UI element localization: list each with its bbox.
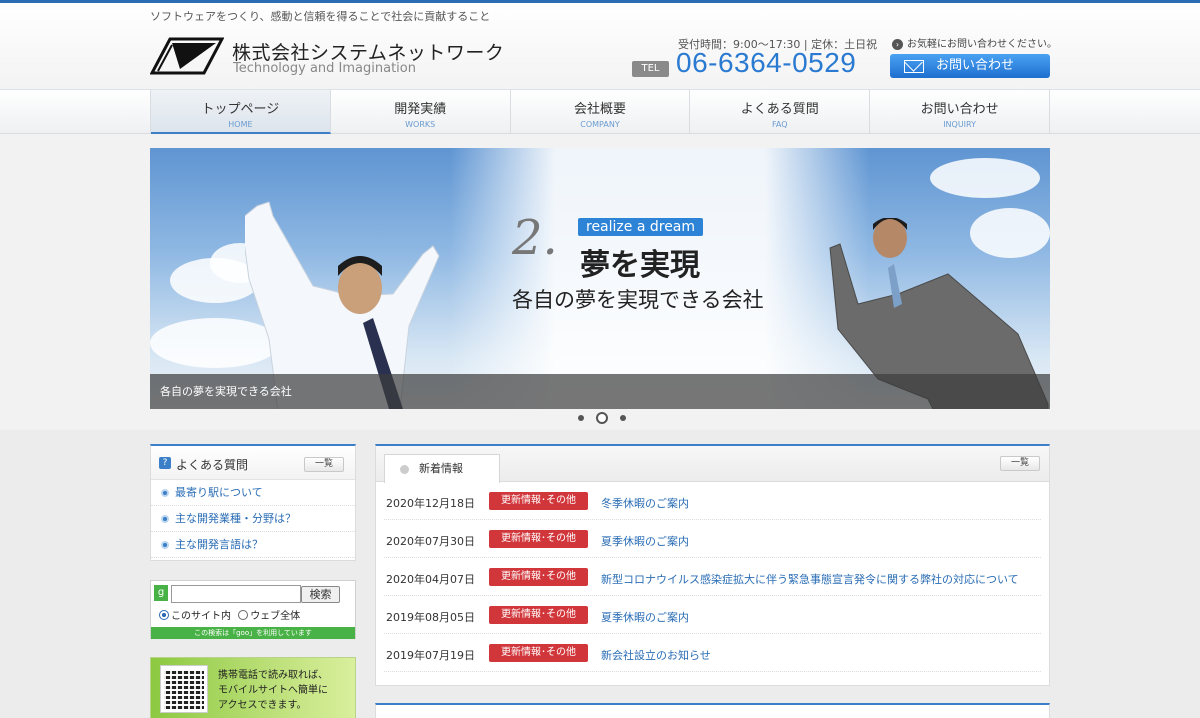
phone-number[interactable]: 06-6364-0529 (676, 47, 856, 79)
faq-header: ? よくある質問 一覧 (151, 446, 355, 480)
nav-item-company[interactable]: 会社概要 COMPANY (511, 90, 691, 134)
mobile-site-banner[interactable]: 携帯電話で読み取れば、 モバイルサイトへ簡単に アクセスできます。 (150, 657, 356, 718)
nav-sublabel: COMPANY (580, 120, 620, 129)
news-date: 2020年12月18日 (386, 497, 475, 510)
news-row: 2020年07月30日 更新情報･その他 夏季休暇のご案内 (384, 520, 1041, 558)
slide-title: 夢を実現 (580, 248, 700, 283)
news-widget: 新着情報 一覧 2020年12月18日 更新情報･その他 冬季休暇のご案内 2020… (375, 444, 1050, 686)
cloud-shape (930, 158, 1040, 198)
mobile-text-line: モバイルサイトへ簡単に (218, 685, 328, 696)
news-title-link[interactable]: 新型コロナウイルス感染症拡大に伴う緊急事態宣言発令に関する弊社の対応について (601, 571, 1019, 587)
mail-icon (904, 60, 924, 73)
nav-item-faq[interactable]: よくある質問 FAQ (690, 90, 871, 134)
slide-number: 2. (512, 210, 558, 266)
slide-badge: realize a dream (578, 218, 704, 236)
nav-sublabel: INQUIRY (943, 120, 976, 129)
contact-button-label: お問い合わせ (936, 58, 1015, 73)
tab-news-label: 新着情報 (419, 462, 463, 475)
news-row: 2019年07月19日 更新情報･その他 新会社設立のお知らせ (384, 634, 1041, 672)
mobile-text-line: アクセスできます。 (218, 700, 307, 711)
news-tabbar: 新着情報 一覧 (376, 446, 1049, 483)
bullet-icon (161, 515, 169, 523)
radio-web[interactable] (238, 610, 249, 620)
company-slogan: Technology and Imagination (233, 61, 416, 76)
nav-sublabel: HOME (228, 120, 253, 129)
company-logo-icon[interactable] (150, 37, 224, 75)
nav-label: 会社概要 (573, 102, 626, 117)
hero-slideshow[interactable]: 2. realize a dream 夢を実現 各自の夢を実現できる会社 各自の… (150, 148, 1050, 409)
news-row: 2020年04月07日 更新情報･その他 新型コロナウイルス感染症拡大に伴う緊急事態… (384, 558, 1041, 596)
global-nav-bar: トップページ HOME 開発実績 WORKS 会社概要 COMPANY よくある質問 F… (0, 89, 1200, 134)
nav-item-works[interactable]: 開発実績 WORKS (331, 90, 511, 134)
faq-item-label: 主な開発業種・分野は？ (175, 512, 296, 525)
faq-item[interactable]: 主な開発言語は？ (151, 532, 355, 558)
news-title-link[interactable]: 夏季休暇のご案内 (601, 609, 689, 625)
global-nav: トップページ HOME 開発実績 WORKS 会社概要 COMPANY よくある質問 F… (150, 90, 1050, 134)
question-icon: ? (159, 457, 171, 469)
news-category-badge: 更新情報･その他 (489, 492, 588, 510)
goo-logo-icon: g (154, 585, 168, 601)
news-title-link[interactable]: 夏季休暇のご案内 (601, 533, 689, 549)
faq-item-label: 最寄り駅について (175, 486, 263, 499)
mobile-text-line: 携帯電話で読み取れば、 (218, 670, 328, 681)
radio-web-label[interactable]: ウェブ全体 (250, 611, 300, 622)
news-date: 2019年08月05日 (386, 611, 475, 624)
news-date: 2020年04月07日 (386, 573, 475, 586)
news-date: 2019年07月19日 (386, 649, 475, 662)
next-widget-top (375, 703, 1050, 718)
contact-note-text: お気軽にお問い合わせください。 (907, 39, 1057, 50)
nav-label: 開発実績 (394, 102, 447, 117)
mobile-banner-text: 携帯電話で読み取れば、 モバイルサイトへ簡単に アクセスできます。 (218, 668, 328, 713)
slide-indicator (578, 412, 626, 424)
tab-dot-icon (400, 465, 409, 474)
nav-label: よくある質問 (740, 102, 819, 117)
news-row: 2019年08月05日 更新情報･その他 夏季休暇のご案内 (384, 596, 1041, 634)
radio-site-label[interactable]: このサイト内 (171, 611, 231, 622)
search-button[interactable]: 検索 (301, 586, 340, 603)
news-category-badge: 更新情報･その他 (489, 568, 588, 586)
tab-news[interactable]: 新着情報 (384, 454, 500, 483)
faq-item[interactable]: 最寄り駅について (151, 480, 355, 506)
news-list-button[interactable]: 一覧 (1000, 456, 1040, 471)
faq-item[interactable]: 主な開発業種・分野は？ (151, 506, 355, 532)
news-category-badge: 更新情報･その他 (489, 644, 588, 662)
slide-dot-2[interactable] (596, 412, 608, 424)
nav-item-inquiry[interactable]: お問い合わせ INQUIRY (870, 90, 1050, 134)
news-title-link[interactable]: 新会社設立のお知らせ (601, 647, 711, 663)
bullet-icon (161, 489, 169, 497)
site-header: ソフトウェアをつくり、感動と信頼を得ることで社会に貢献すること 株式会社システム… (0, 3, 1200, 89)
search-provider-note: この検索は「goo」を利用しています (151, 627, 355, 639)
slide-dot-3[interactable] (620, 415, 626, 421)
qr-code-icon (160, 665, 208, 713)
site-tagline: ソフトウェアをつくり、感動と信頼を得ることで社会に貢献すること (150, 10, 491, 23)
news-category-badge: 更新情報･その他 (489, 606, 588, 624)
nav-label: お問い合わせ (920, 102, 999, 117)
tel-label: TEL (632, 61, 669, 77)
news-category-badge: 更新情報･その他 (489, 530, 588, 548)
news-row: 2020年12月18日 更新情報･その他 冬季休暇のご案内 (384, 482, 1041, 520)
slide-dot-1[interactable] (578, 415, 584, 421)
faq-list-button[interactable]: 一覧 (304, 457, 344, 472)
faq-title: よくある質問 (176, 458, 249, 472)
contact-note: › お気軽にお問い合わせください。 (892, 35, 1057, 50)
news-title-link[interactable]: 冬季休暇のご案内 (601, 495, 689, 511)
nav-label: トップページ (201, 102, 280, 117)
arrow-right-icon: › (892, 38, 903, 50)
slide-subtitle: 各自の夢を実現できる会社 (512, 288, 764, 312)
faq-widget: ? よくある質問 一覧 最寄り駅について 主な開発業種・分野は？ 主な開発言語は… (150, 444, 356, 561)
nav-sublabel: WORKS (405, 120, 436, 129)
contact-button[interactable]: お問い合わせ (890, 54, 1050, 78)
nav-item-home[interactable]: トップページ HOME (151, 90, 331, 134)
faq-item-label: 主な開発言語は？ (175, 538, 263, 551)
news-date: 2020年07月30日 (386, 535, 475, 548)
bullet-icon (161, 541, 169, 549)
slide-caption: 各自の夢を実現できる会社 (150, 374, 1050, 409)
nav-sublabel: FAQ (772, 120, 788, 129)
radio-site[interactable] (159, 610, 169, 620)
search-scope: このサイト内 ウェブ全体 (159, 607, 300, 622)
search-input[interactable] (171, 585, 301, 603)
site-search-widget: g 検索 このサイト内 ウェブ全体 この検索は「goo」を利用しています (150, 580, 356, 639)
